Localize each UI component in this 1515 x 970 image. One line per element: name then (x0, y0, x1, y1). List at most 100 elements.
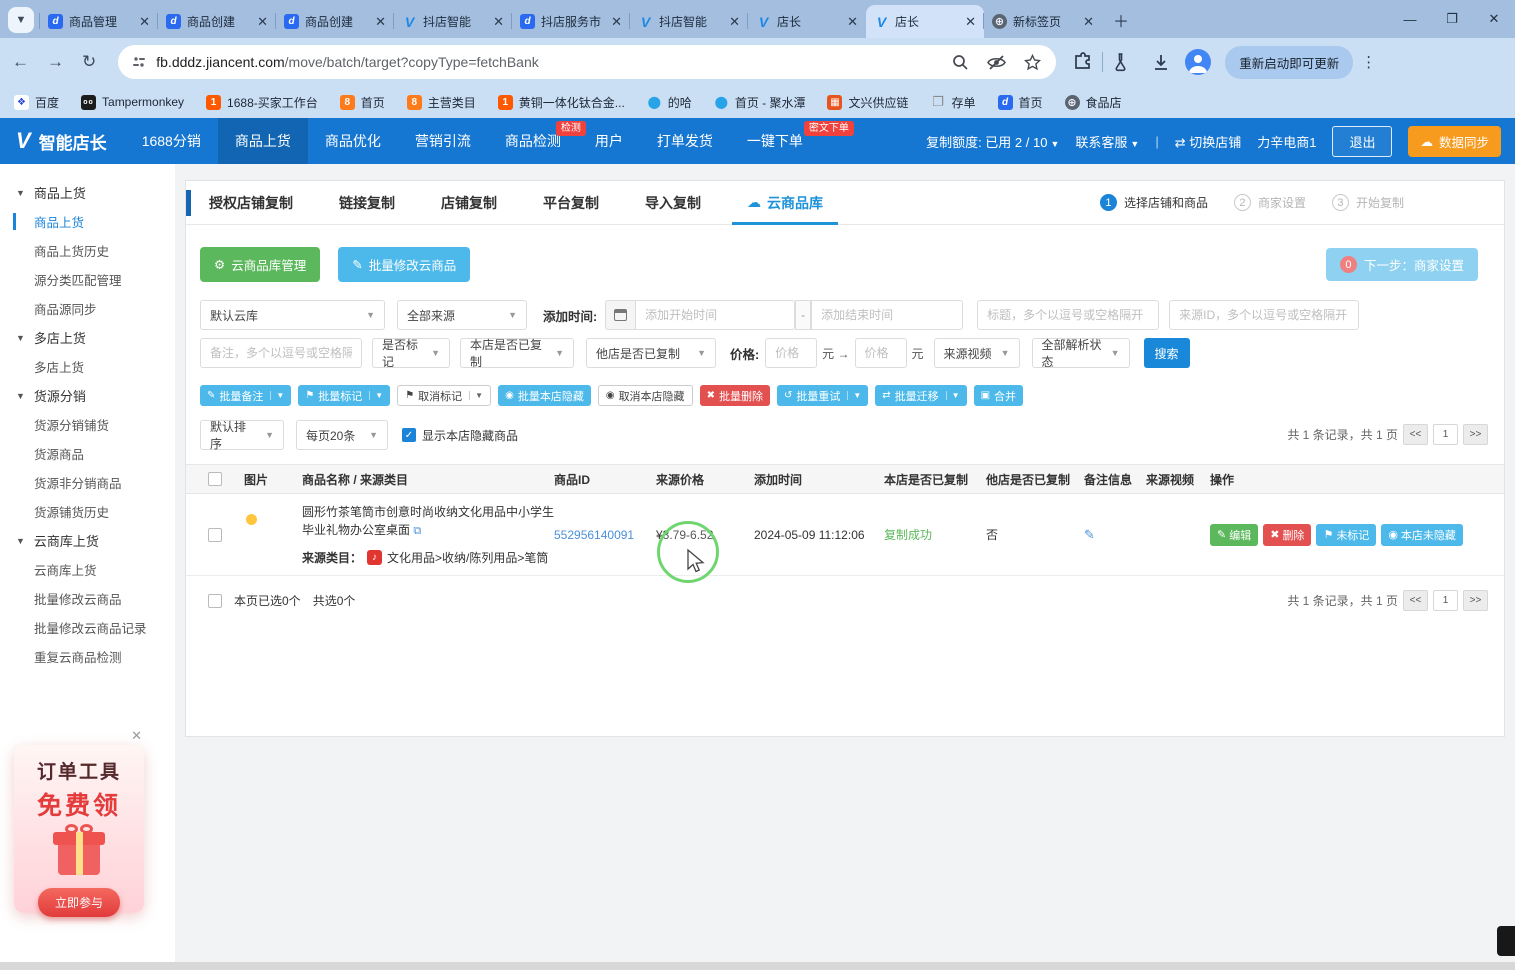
edit-note-icon[interactable]: ✎ (1084, 527, 1095, 542)
promo-card[interactable]: ✕ 订单工具 免费领 立即参与 (14, 745, 144, 913)
not-hidden-button[interactable]: ◉本店未隐藏 (1381, 524, 1463, 546)
tab-close-icon[interactable]: ✕ (257, 14, 268, 30)
copy-quota[interactable]: 复制额度: 已用 2 / 10▼ (926, 132, 1059, 151)
other-copied-select[interactable]: 他店是否已复制▼ (586, 338, 716, 368)
cancel-mark-button[interactable]: ⚑取消标记▼ (397, 385, 491, 406)
browser-tab[interactable]: d 商品创建 ✕ (158, 5, 276, 38)
sidebar-item-category-match[interactable]: 源分类匹配管理 (0, 265, 175, 294)
sidebar-group-cloud-upload[interactable]: ▼云商库上货 (0, 526, 175, 555)
next-page-button[interactable]: >> (1463, 590, 1488, 611)
batch-migrate-button[interactable]: ⇄批量迁移▼ (875, 385, 966, 406)
tab-platform-copy[interactable]: 平台复制 (520, 181, 622, 224)
sidebar-group-supply[interactable]: ▼货源分销 (0, 381, 175, 410)
switch-shop-button[interactable]: ⇄ 切换店铺 (1175, 132, 1242, 151)
merge-button[interactable]: ▣合并 (974, 385, 1023, 406)
tab-close-icon[interactable]: ✕ (729, 14, 740, 30)
tab-link-copy[interactable]: 链接复制 (316, 181, 418, 224)
batch-delete-button[interactable]: ✖批量删除 (700, 385, 770, 406)
reload-icon[interactable]: ↻ (82, 52, 96, 72)
download-icon[interactable] (1151, 52, 1171, 72)
tab-close-icon[interactable]: ✕ (375, 14, 386, 30)
address-bar[interactable]: fb.dddz.jiancent.com/move/batch/target?c… (118, 45, 1056, 79)
page-number-button[interactable]: 1 (1433, 424, 1458, 445)
browser-tab[interactable]: V 抖店智能 ✕ (630, 5, 748, 38)
browser-tab-active[interactable]: V 店长 ✕ (866, 5, 984, 38)
row-checkbox[interactable] (208, 528, 222, 542)
sidebar-item-batch-edit-records[interactable]: 批量修改云商品记录 (0, 613, 175, 642)
source-id-filter-input[interactable] (1169, 300, 1359, 330)
promo-close-icon[interactable]: ✕ (131, 728, 142, 744)
start-time-input[interactable] (635, 300, 795, 330)
page-size-select[interactable]: 每页20条▼ (296, 420, 388, 450)
tab-import-copy[interactable]: 导入复制 (622, 181, 724, 224)
browser-tab[interactable]: d 抖店服务市 ✕ (512, 5, 630, 38)
nav-product-upload[interactable]: 商品上货 (218, 118, 308, 164)
app-logo[interactable]: V 智能店长 (0, 128, 125, 154)
tab-close-icon[interactable]: ✕ (965, 14, 976, 30)
note-filter-input[interactable] (200, 338, 362, 368)
nav-product-check[interactable]: 商品检测检测 (488, 118, 578, 164)
sidebar-item-source-sync[interactable]: 商品源同步 (0, 294, 175, 323)
forward-icon[interactable]: → (47, 52, 64, 72)
self-copied-select[interactable]: 本店是否已复制▼ (460, 338, 574, 368)
eye-off-icon[interactable] (986, 52, 1006, 72)
bookmark-item[interactable]: 11688-买家工作台 (206, 94, 318, 111)
sidebar-item-multi-shop[interactable]: 多店上货 (0, 352, 175, 381)
bookmark-item[interactable]: 1黄铜一体化钛合金... (498, 94, 625, 111)
sidebar-item-supply-nondistribute[interactable]: 货源非分销商品 (0, 468, 175, 497)
tab-search-button[interactable]: ▼ (8, 7, 34, 33)
select-all-checkbox[interactable] (208, 472, 222, 486)
nav-print-ship[interactable]: 打单发货 (640, 118, 730, 164)
batch-hide-button[interactable]: ◉批量本店隐藏 (498, 385, 591, 406)
batch-mark-button[interactable]: ⚑批量标记▼ (298, 385, 390, 406)
bookmark-item[interactable]: 8首页 (340, 94, 385, 111)
sidebar-group-product-upload[interactable]: ▼商品上货 (0, 178, 175, 207)
browser-tab[interactable]: ⊕ 新标签页 ✕ (984, 5, 1102, 38)
prev-page-button[interactable]: << (1403, 590, 1428, 611)
close-window-icon[interactable]: ✕ (1473, 4, 1515, 34)
browser-menu-icon[interactable]: ⋮ (1361, 53, 1376, 71)
next-step-button[interactable]: 0下一步：商家设置 (1326, 248, 1478, 281)
maximize-icon[interactable]: ❐ (1431, 4, 1473, 34)
cancel-hide-button[interactable]: ◉取消本店隐藏 (598, 385, 693, 406)
tab-auth-shop-copy[interactable]: 授权店铺复制 (186, 181, 316, 224)
product-name[interactable]: 圆形竹茶笔筒市创意时尚收纳文化用品中小学生毕业礼物办公室桌面 ⧉ (302, 503, 554, 541)
browser-tab[interactable]: V 店长 ✕ (748, 5, 866, 38)
tab-cloud-library[interactable]: ☁云商品库 (724, 181, 846, 224)
tab-close-icon[interactable]: ✕ (493, 14, 504, 30)
nav-one-click-order[interactable]: 一键下单密文下单 (730, 118, 820, 164)
sidebar-item-supply-products[interactable]: 货源商品 (0, 439, 175, 468)
price-min-input[interactable] (765, 338, 817, 368)
sidebar-item-duplicate-check[interactable]: 重复云商品检测 (0, 642, 175, 671)
corner-widget[interactable] (1497, 926, 1515, 956)
delete-button[interactable]: ✖删除 (1263, 524, 1311, 546)
sidebar-item-upload-history[interactable]: 商品上货历史 (0, 236, 175, 265)
external-link-icon[interactable]: ⧉ (413, 525, 421, 537)
calendar-button[interactable] (605, 300, 635, 330)
profile-avatar[interactable] (1185, 49, 1211, 75)
next-page-button[interactable]: >> (1463, 424, 1488, 445)
bookmark-star-icon[interactable] (1022, 52, 1042, 72)
cloud-library-select[interactable]: 默认云库▼ (200, 300, 385, 330)
batch-note-button[interactable]: ✎批量备注▼ (200, 385, 291, 406)
sidebar-item-product-upload[interactable]: 商品上货 (0, 207, 175, 236)
sidebar-item-supply-history[interactable]: 货源铺货历史 (0, 497, 175, 526)
end-time-input[interactable] (811, 300, 963, 330)
browser-tab[interactable]: d 商品创建 ✕ (276, 5, 394, 38)
bookmark-item[interactable]: ⊕食品店 (1065, 94, 1122, 111)
nav-users[interactable]: 用户 (578, 118, 640, 164)
bookmark-item[interactable]: ❐存单 (931, 94, 976, 111)
minimize-icon[interactable]: — (1389, 4, 1431, 34)
page-number-button[interactable]: 1 (1433, 590, 1458, 611)
tab-close-icon[interactable]: ✕ (847, 14, 858, 30)
batch-edit-cloud-button[interactable]: ✎批量修改云商品 (338, 247, 470, 282)
product-id-link[interactable]: 552956140091 (554, 528, 634, 542)
cloud-library-manage-button[interactable]: ⚙云商品库管理 (200, 247, 320, 282)
new-tab-button[interactable]: ＋ (1108, 7, 1134, 33)
show-hidden-checkbox[interactable]: ✓ (402, 428, 416, 442)
nav-marketing[interactable]: 营销引流 (398, 118, 488, 164)
tab-close-icon[interactable]: ✕ (611, 14, 622, 30)
promo-join-button[interactable]: 立即参与 (38, 888, 120, 917)
bookmark-item[interactable]: ▦文兴供应链 (827, 94, 908, 111)
tab-close-icon[interactable]: ✕ (139, 14, 150, 30)
